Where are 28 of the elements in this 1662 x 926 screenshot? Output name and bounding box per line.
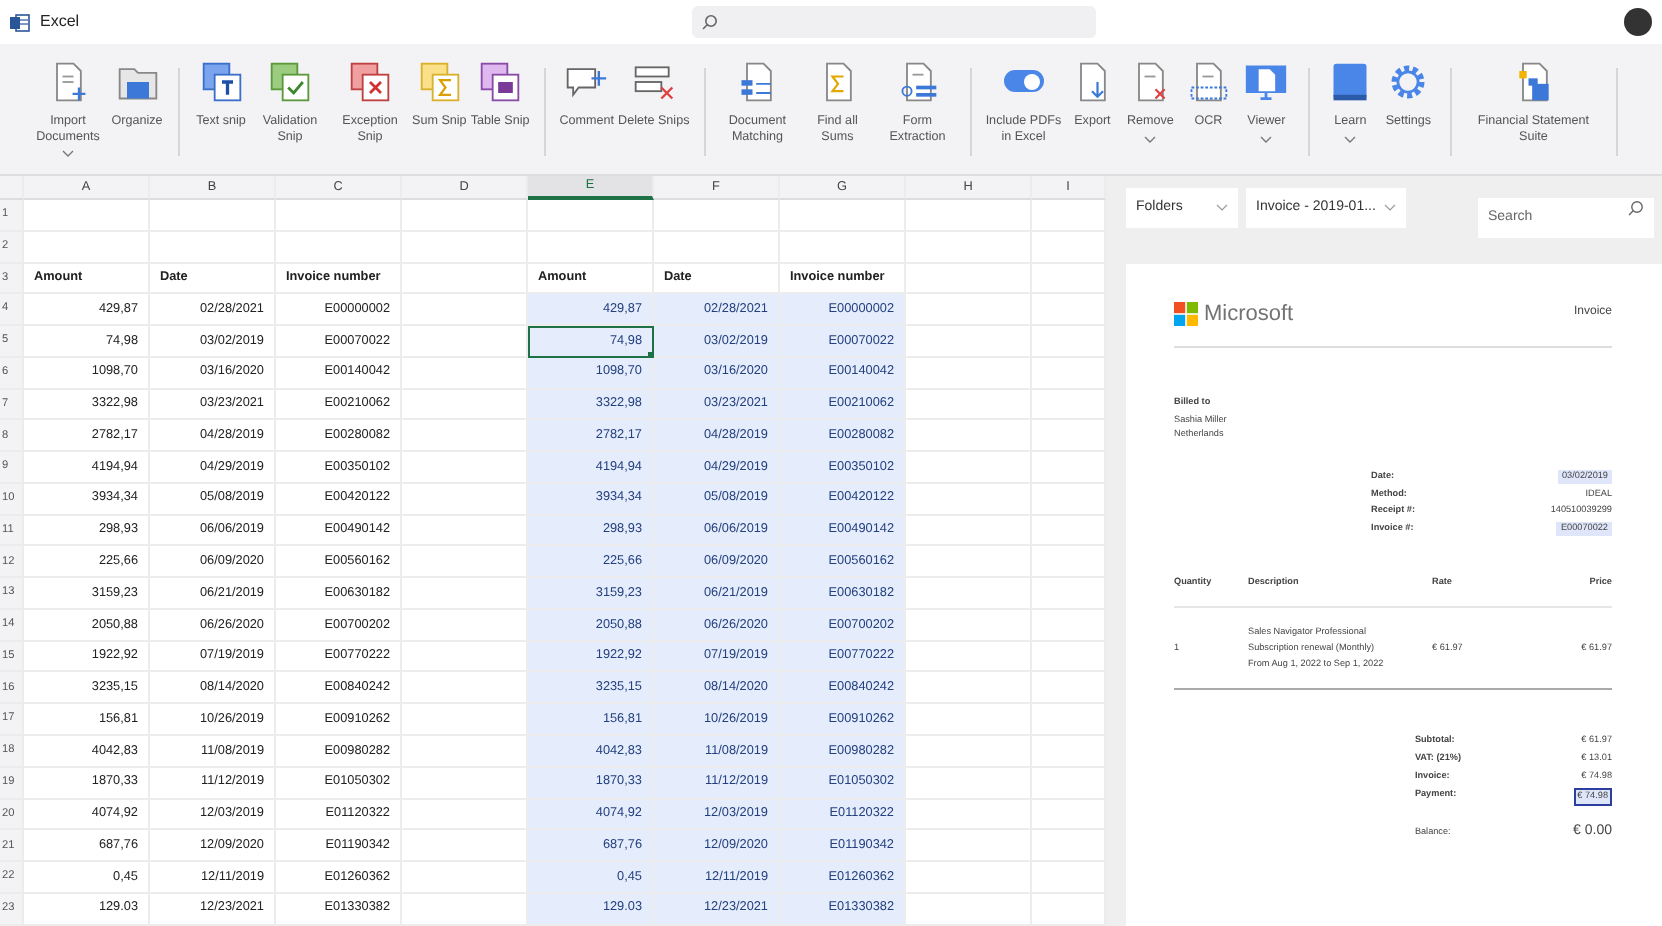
empty-cell — [402, 263, 528, 295]
delete-snips-icon — [631, 60, 676, 104]
empty-cell — [906, 200, 1032, 232]
empty-cell — [654, 200, 780, 232]
empty-cell — [528, 200, 654, 232]
avatar[interactable] — [1624, 8, 1652, 36]
empty-cell — [276, 200, 402, 232]
sigma-snip-icon — [417, 60, 462, 104]
spreadsheet-app-icon — [10, 13, 30, 31]
window-title: Excel — [40, 10, 80, 34]
monitor-icon — [1244, 60, 1289, 104]
ocr-document-icon — [1186, 60, 1231, 104]
table-snip-icon — [478, 60, 523, 104]
book-icon — [1328, 60, 1373, 104]
search-field[interactable] — [691, 6, 1096, 38]
logo-text: Microsoft — [1204, 299, 1294, 329]
text-snip-icon — [199, 60, 243, 104]
search-icon — [1628, 200, 1644, 216]
search-icon — [701, 14, 718, 30]
empty-cell — [906, 263, 1032, 295]
empty-cell — [150, 200, 276, 232]
four-squares-logo-icon — [1174, 301, 1198, 326]
empty-cell — [780, 200, 906, 232]
checkmark-snip-icon — [268, 60, 312, 104]
empty-cell — [402, 200, 528, 232]
chevron-down-icon — [1383, 204, 1396, 212]
chevron-down-icon — [1216, 204, 1228, 212]
cross-snip-icon — [348, 60, 392, 104]
